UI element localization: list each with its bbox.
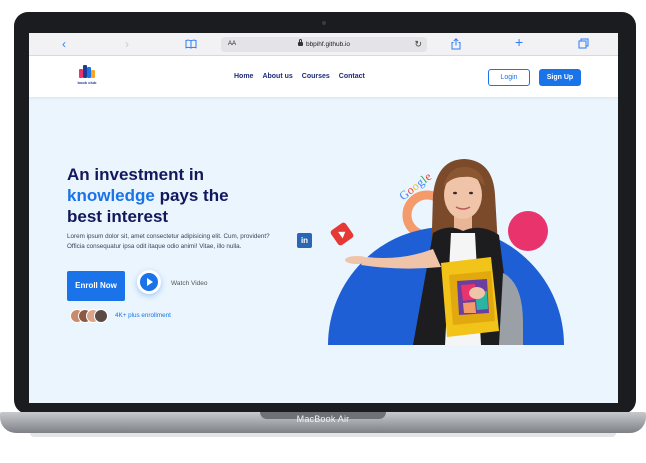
nav-link-home[interactable]: Home (234, 73, 253, 80)
new-tab-icon[interactable]: + (515, 35, 523, 49)
hero-title-line2-rest: pays the (154, 186, 229, 205)
enrollment-count: 4K+ plus enrollment (115, 312, 171, 319)
site-logo[interactable]: book club (75, 64, 99, 85)
tabs-icon[interactable] (578, 38, 589, 52)
signup-button[interactable]: Sign Up (539, 69, 581, 86)
reload-icon[interactable]: ↻ (414, 38, 422, 50)
logo-books-icon (78, 64, 96, 78)
avatar (94, 309, 108, 323)
login-button[interactable]: Login (488, 69, 530, 86)
laptop-shadow (30, 433, 616, 437)
student-avatars (70, 309, 108, 323)
hero-illustration: Google in (291, 153, 591, 383)
laptop-screen: ‹ › AA bbpihf.github.io ↻ + book club Ho… (29, 33, 618, 403)
student-illustration (328, 159, 564, 345)
nav-links: Home About us Courses Contact (234, 73, 365, 80)
nav-link-about[interactable]: About us (262, 73, 292, 80)
play-video-button[interactable] (137, 270, 161, 294)
book-icon[interactable] (185, 38, 197, 52)
url-label: bbpihf.github.io (305, 41, 351, 48)
nav-link-contact[interactable]: Contact (339, 73, 365, 80)
hero-title-accent: knowledge (67, 186, 155, 205)
hero-title-line1: An investment in (67, 165, 204, 184)
hero-title: An investment in knowledge pays the best… (67, 164, 277, 227)
share-icon[interactable] (451, 38, 461, 53)
camera (322, 21, 326, 25)
back-icon[interactable]: ‹ (62, 37, 66, 51)
hero-description: Lorem ipsum dolor sit, amet consectetur … (67, 233, 270, 250)
lock-icon (297, 39, 303, 46)
address-bar[interactable]: AA bbpihf.github.io ↻ (221, 37, 427, 52)
logo-text: book club (77, 80, 97, 85)
enroll-now-button[interactable]: Enroll Now (67, 271, 125, 301)
forward-icon[interactable]: › (125, 37, 129, 51)
browser-toolbar: ‹ › AA bbpihf.github.io ↻ + (29, 33, 618, 56)
device-label: MacBook Air (296, 414, 350, 424)
hero-title-line2: knowledge pays the (67, 185, 277, 206)
linkedin-icon: in (297, 233, 312, 248)
site-navbar: book club Home About us Courses Contact … (29, 56, 618, 97)
laptop-mockup: ‹ › AA bbpihf.github.io ↻ + book club Ho… (0, 0, 646, 463)
url-text: bbpihf.github.io (221, 39, 427, 50)
watch-video-link[interactable]: Watch Video (171, 280, 208, 287)
play-icon (140, 273, 158, 291)
hero-title-line3: best interest (67, 207, 169, 226)
nav-link-courses[interactable]: Courses (302, 73, 330, 80)
